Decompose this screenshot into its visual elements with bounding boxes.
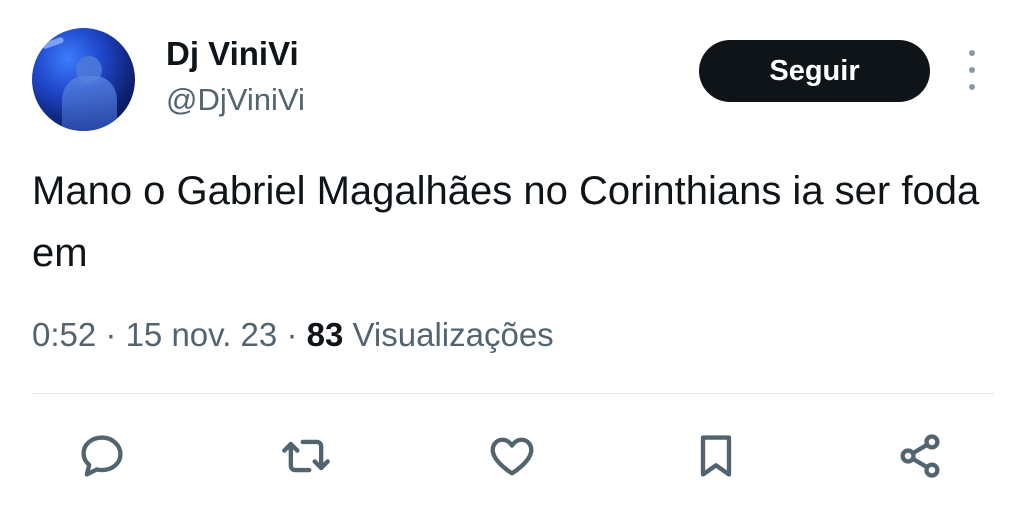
views-label[interactable]: Visualizações <box>353 316 554 353</box>
bookmark-button[interactable] <box>688 428 744 484</box>
avatar[interactable] <box>32 28 135 131</box>
avatar-light-decoration <box>41 36 65 50</box>
like-button[interactable] <box>484 428 540 484</box>
tweet-date[interactable]: 15 nov. 23 <box>126 316 278 353</box>
author-display-name[interactable]: Dj ViniVi <box>166 35 299 73</box>
more-dot <box>969 50 975 56</box>
follow-button[interactable]: Seguir <box>699 40 930 102</box>
speech-bubble-icon <box>81 435 123 477</box>
retweet-button[interactable] <box>278 428 334 484</box>
heart-icon <box>490 437 534 476</box>
meta-separator: · <box>105 316 117 353</box>
author-handle[interactable]: @DjViniVi <box>166 82 305 118</box>
tweet-time[interactable]: 0:52 <box>32 316 96 353</box>
tweet-text: Mano o Gabriel Magalhães no Corinthians … <box>32 169 980 275</box>
more-options-icon[interactable] <box>960 50 984 90</box>
more-dot <box>969 67 975 73</box>
retweet-icon <box>282 439 330 473</box>
share-button[interactable] <box>892 428 948 484</box>
divider <box>32 393 994 394</box>
reply-button[interactable] <box>74 428 130 484</box>
views-count[interactable]: 83 <box>307 316 344 353</box>
tweet-card: Dj ViniVi @DjViniVi Seguir Mano o Gabrie… <box>0 0 1024 509</box>
meta-separator: · <box>286 316 298 353</box>
more-dot <box>969 84 975 90</box>
avatar-figure-shape <box>62 76 117 131</box>
share-icon <box>900 434 940 478</box>
tweet-meta: 0:52 · 15 nov. 23 · 83 Visualizações <box>32 316 554 354</box>
bookmark-icon <box>700 435 732 477</box>
